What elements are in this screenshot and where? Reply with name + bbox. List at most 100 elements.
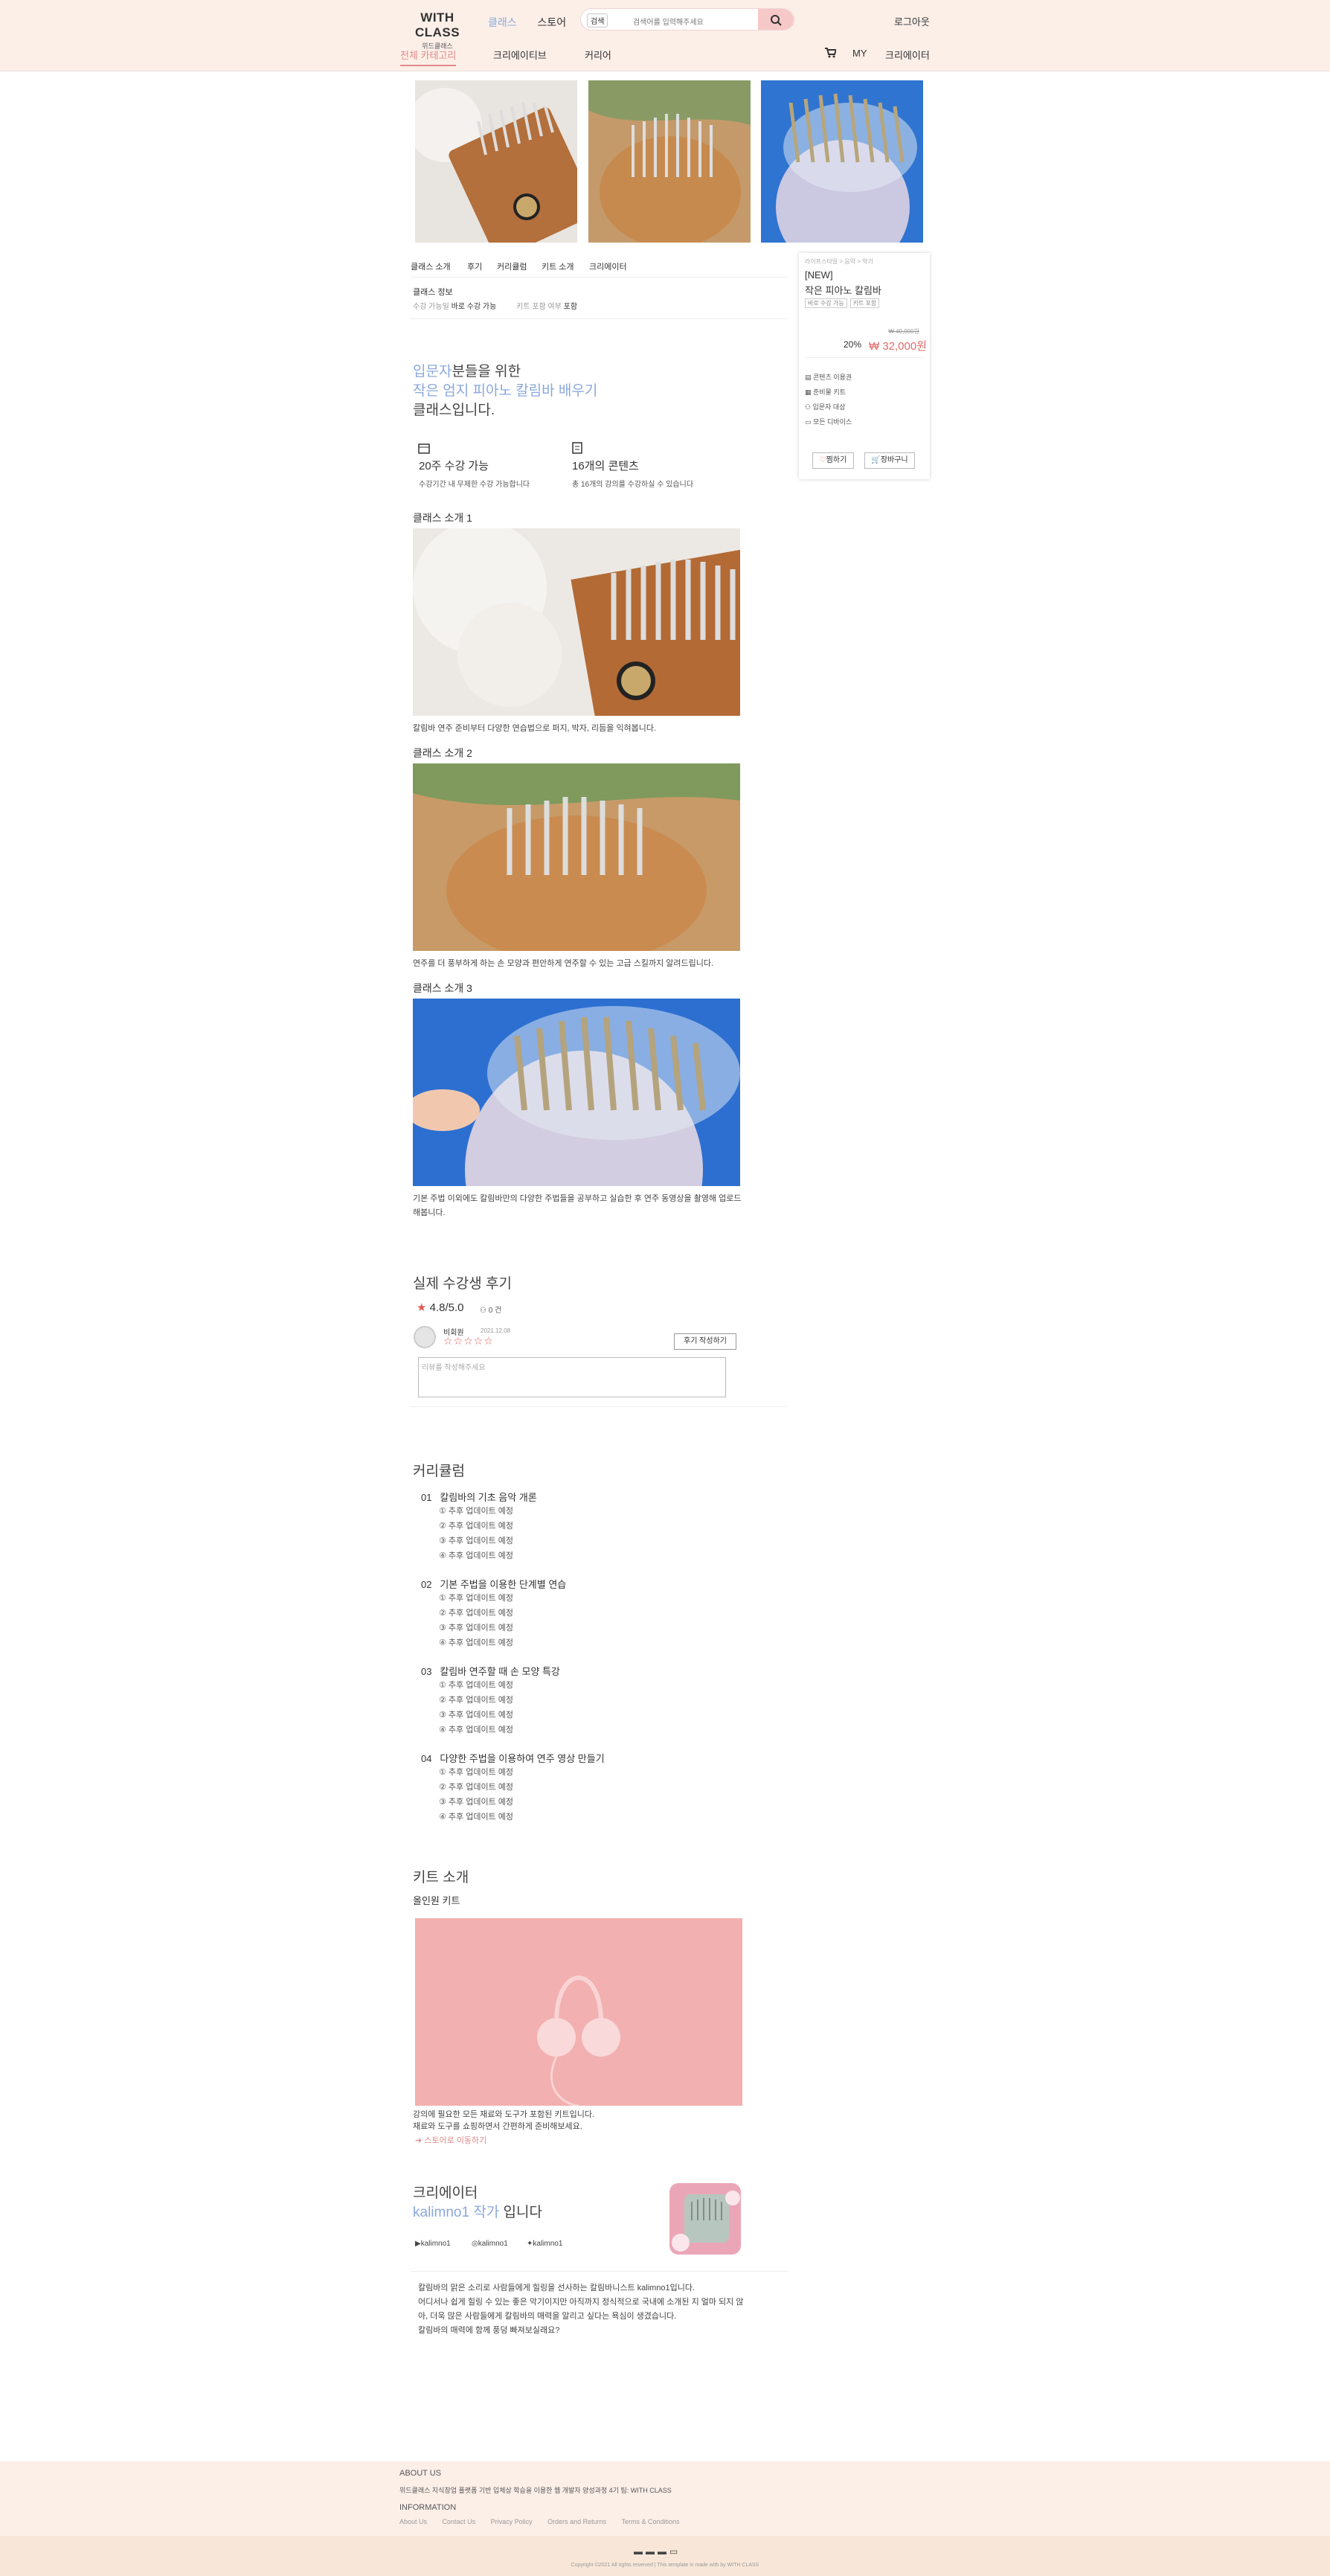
tab-intro[interactable]: 클래스 소개 xyxy=(411,260,451,272)
tag: 키트 포함 xyxy=(849,298,880,308)
intro-text: 분들을 위한 xyxy=(452,364,521,379)
lesson-item: ② 추후 업데이트 예정 xyxy=(439,1696,513,1705)
search-bar: 검색 검색어를 입력해주세요 xyxy=(580,8,794,31)
tab-review[interactable]: 후기 xyxy=(467,260,482,272)
lesson-item: ④ 추후 업데이트 예정 xyxy=(439,1726,513,1734)
feature-beginner: ⚇ 입문자 대상 xyxy=(805,402,845,411)
stat-desc: 수강기간 내 무제한 수강 가능합니다 xyxy=(419,481,530,489)
thumbnail-1[interactable] xyxy=(415,80,577,243)
like-button[interactable]: ♡찜하기 xyxy=(812,452,854,469)
info-key-available: 수강 가능일 xyxy=(413,303,449,311)
chapter-title: 02 기본 주법을 이용한 단계별 연습 xyxy=(421,1577,566,1591)
sns-youtube[interactable]: ▶kalimno1 xyxy=(415,2240,451,2248)
divider xyxy=(805,357,924,358)
avatar xyxy=(414,1326,436,1348)
review-textarea[interactable]: 리뷰를 작성해주세요 xyxy=(418,1357,726,1397)
section-image-2 xyxy=(413,763,740,951)
heart-icon: ♡ xyxy=(819,456,826,464)
section-title: 클래스 소개 3 xyxy=(413,982,472,994)
instagram-icon: ◎ xyxy=(472,2240,478,2248)
review-divider xyxy=(411,1406,788,1407)
rating-stars-input[interactable]: ☆☆☆☆☆ xyxy=(443,1335,494,1348)
thumbnail-2[interactable] xyxy=(588,80,751,243)
section-caption: 연주를 더 풍부하게 하는 손 모양과 편안하게 연주할 수 있는 고급 스킬까… xyxy=(413,959,714,968)
calendar-icon xyxy=(418,442,430,456)
tab-curriculum[interactable]: 커리큘럼 xyxy=(497,260,527,272)
lesson-item: ② 추후 업데이트 예정 xyxy=(439,1609,513,1618)
sidebar-title-new: [NEW] xyxy=(805,269,833,281)
lesson-item: ② 추후 업데이트 예정 xyxy=(439,1522,513,1531)
footer-about-title: ABOUT US xyxy=(399,2469,442,2478)
feature-label: 준비물 키트 xyxy=(813,388,846,396)
sns-instagram[interactable]: ◎kalimno1 xyxy=(472,2240,508,2248)
bio-line: 어디서나 쉽게 힐링 수 있는 좋은 악기이지만 아직까지 정식적으로 국내에 … xyxy=(418,2298,744,2321)
chapter-name: 칼림바 연주할 때 손 모양 특강 xyxy=(440,1666,560,1677)
footer-link-orders[interactable]: Orders and Returns xyxy=(547,2518,606,2525)
search-button[interactable] xyxy=(758,9,794,30)
store-link[interactable]: ➔ 스토어로 이동하기 xyxy=(415,2134,486,2146)
cart-button[interactable]: 🛒장바구니 xyxy=(864,452,915,469)
cart-icon[interactable] xyxy=(824,48,838,60)
footer-about-text: 위드클래스 지식창업 플랫폼 기반 입체상 학습을 이용한 웹 개발자 양성과정… xyxy=(399,2487,672,2494)
user-icon: ⚇ xyxy=(805,403,813,411)
kit-subtitle: 올인원 키트 xyxy=(413,1895,460,1906)
nav-class[interactable]: 클래스 xyxy=(488,16,517,28)
intro-highlight: 입문자 xyxy=(413,364,452,379)
thumbnail-3[interactable] xyxy=(761,80,923,243)
write-review-button[interactable]: 후기 작성하기 xyxy=(674,1333,736,1350)
store-link-label: 스토어로 이동하기 xyxy=(424,2136,487,2145)
footer-link-privacy[interactable]: Privacy Policy xyxy=(491,2518,533,2525)
creator-suffix: 입니다 xyxy=(499,2205,543,2220)
feature-device: ▭ 모든 디바이스 xyxy=(805,417,852,426)
creator-divider xyxy=(411,2271,788,2272)
tab-creator[interactable]: 크리에이터 xyxy=(589,260,627,272)
payment-icons: ▬▬▬▭ xyxy=(634,2546,681,2557)
feature-content: ▤ 콘텐츠 이용권 xyxy=(805,372,852,382)
nav-store[interactable]: 스토어 xyxy=(538,16,567,28)
section-caption: 칼림바 연주 준비부터 다양한 연습법으로 퍼지, 박자, 리듬을 익혀봅니다. xyxy=(413,724,657,733)
logo[interactable]: WITH CLASS 위드클래스 xyxy=(400,10,475,51)
discount-percent: 20% xyxy=(844,339,862,350)
sale-price: ₩ 32,000원 xyxy=(869,340,928,353)
lesson-item: ③ 추후 업데이트 예정 xyxy=(439,1537,513,1545)
star-icon: ★ xyxy=(417,1301,427,1314)
footer-link-about[interactable]: About Us xyxy=(399,2518,427,2525)
my-link[interactable]: MY xyxy=(852,48,867,59)
tab-kit[interactable]: 키트 소개 xyxy=(542,260,574,272)
feature-kit: ▦ 준비물 키트 xyxy=(805,387,846,397)
score-value: 4.8/5.0 xyxy=(429,1301,464,1314)
class-info-row: 수강 가능일 바로 수강 가능 키트 포함 여부 포함 xyxy=(413,300,577,311)
lesson-item: ① 추후 업데이트 예정 xyxy=(439,1594,513,1603)
sns-twitter[interactable]: ✦kalimno1 xyxy=(527,2240,562,2248)
laptop-icon: ▭ xyxy=(805,418,814,426)
kit-desc: 강의에 필요한 모든 재료와 도구가 포함된 키트입니다. xyxy=(413,2110,595,2119)
footer-link-terms[interactable]: Terms & Conditions xyxy=(622,2518,680,2525)
feature-label: 입문자 대상 xyxy=(812,403,846,411)
info-divider xyxy=(411,318,788,319)
search-select[interactable]: 검색 xyxy=(587,13,608,28)
lesson-item: ③ 추후 업데이트 예정 xyxy=(439,1798,513,1807)
site-header: WITH CLASS 위드클래스 클래스 스토어 검색 검색어를 입력해주세요 … xyxy=(0,0,1330,71)
all-category-link[interactable]: 전체 카테고리 xyxy=(400,48,457,66)
logout-link[interactable]: 로그아웃 xyxy=(894,14,930,28)
like-label: 찜하기 xyxy=(826,456,847,464)
stat-title: 16개의 콘텐츠 xyxy=(572,460,639,472)
footer-bottom: ▬▬▬▭ Copyright ©2021 All rights reserved… xyxy=(0,2536,1330,2576)
creative-link[interactable]: 크리에이티브 xyxy=(493,48,547,62)
feature-label: 콘텐츠 이용권 xyxy=(813,374,852,381)
sns-handle: kalimno1 xyxy=(420,2240,451,2248)
section-caption: 기본 주법 이외에도 칼림바만의 다양한 주법들을 공부하고 실습한 후 연주 … xyxy=(413,1194,742,1217)
career-link[interactable]: 커리어 xyxy=(585,48,611,62)
creator-name-line: kalimno1 작가 입니다 xyxy=(413,2201,542,2221)
footer-link-contact[interactable]: Contact Us xyxy=(443,2518,476,2525)
chapter-name: 칼림바의 기초 음악 개론 xyxy=(440,1492,537,1503)
tab-divider xyxy=(411,277,788,278)
lesson-item: ② 추후 업데이트 예정 xyxy=(439,1783,513,1792)
sns-handle: kalimno1 xyxy=(533,2240,563,2248)
kit-desc: 재료와 도구를 쇼핑하면서 간편하게 준비해보세요. xyxy=(413,2122,582,2131)
creator-link[interactable]: 크리에이터 xyxy=(885,48,930,62)
chapter-title: 04 다양한 주법을 이용하여 연주 영상 만들기 xyxy=(421,1751,605,1765)
kit-title: 키트 소개 xyxy=(413,1870,469,1885)
search-input[interactable]: 검색어를 입력해주세요 xyxy=(633,16,704,27)
cart-label: 장바구니 xyxy=(880,456,908,464)
